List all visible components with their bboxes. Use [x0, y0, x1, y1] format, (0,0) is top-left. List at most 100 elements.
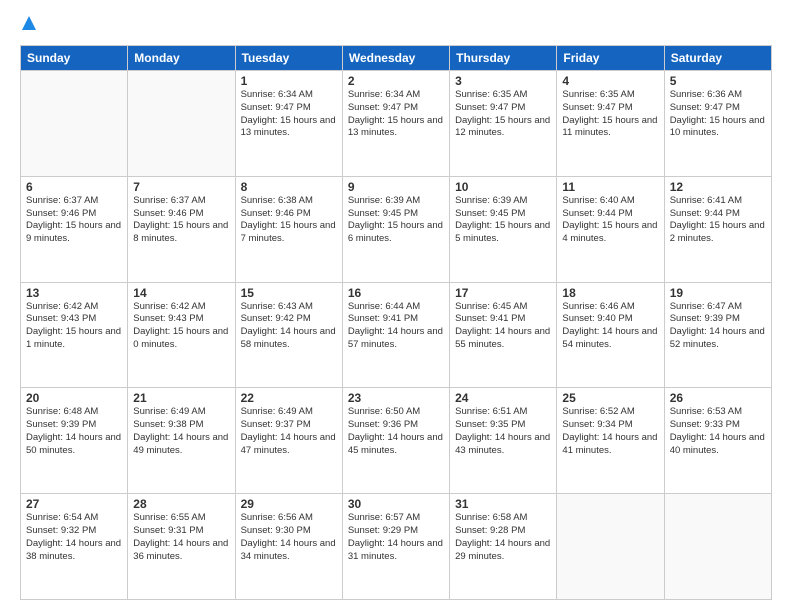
logo-icon [22, 16, 36, 30]
calendar-day-cell [557, 494, 664, 600]
day-info: Sunrise: 6:36 AM Sunset: 9:47 PM Dayligh… [670, 89, 766, 140]
day-number: 21 [133, 391, 229, 405]
calendar-day-cell: 25Sunrise: 6:52 AM Sunset: 9:34 PM Dayli… [557, 388, 664, 494]
day-number: 16 [348, 286, 444, 300]
day-number: 27 [26, 497, 122, 511]
day-number: 13 [26, 286, 122, 300]
day-info: Sunrise: 6:50 AM Sunset: 9:36 PM Dayligh… [348, 406, 444, 457]
day-number: 3 [455, 74, 551, 88]
calendar-day-cell: 20Sunrise: 6:48 AM Sunset: 9:39 PM Dayli… [21, 388, 128, 494]
calendar-day-cell: 9Sunrise: 6:39 AM Sunset: 9:45 PM Daylig… [342, 176, 449, 282]
day-info: Sunrise: 6:46 AM Sunset: 9:40 PM Dayligh… [562, 301, 658, 352]
calendar-day-cell: 27Sunrise: 6:54 AM Sunset: 9:32 PM Dayli… [21, 494, 128, 600]
day-number: 10 [455, 180, 551, 194]
day-info: Sunrise: 6:34 AM Sunset: 9:47 PM Dayligh… [241, 89, 337, 140]
calendar-day-cell: 11Sunrise: 6:40 AM Sunset: 9:44 PM Dayli… [557, 176, 664, 282]
day-number: 23 [348, 391, 444, 405]
day-info: Sunrise: 6:49 AM Sunset: 9:38 PM Dayligh… [133, 406, 229, 457]
calendar-day-cell: 23Sunrise: 6:50 AM Sunset: 9:36 PM Dayli… [342, 388, 449, 494]
day-number: 9 [348, 180, 444, 194]
calendar-day-cell: 21Sunrise: 6:49 AM Sunset: 9:38 PM Dayli… [128, 388, 235, 494]
day-number: 30 [348, 497, 444, 511]
day-info: Sunrise: 6:42 AM Sunset: 9:43 PM Dayligh… [26, 301, 122, 352]
weekday-header: Friday [557, 46, 664, 71]
day-number: 11 [562, 180, 658, 194]
calendar-day-cell: 7Sunrise: 6:37 AM Sunset: 9:46 PM Daylig… [128, 176, 235, 282]
weekday-header: Monday [128, 46, 235, 71]
calendar-day-cell [21, 71, 128, 177]
calendar-day-cell: 18Sunrise: 6:46 AM Sunset: 9:40 PM Dayli… [557, 282, 664, 388]
day-info: Sunrise: 6:37 AM Sunset: 9:46 PM Dayligh… [133, 195, 229, 246]
calendar-header-row: SundayMondayTuesdayWednesdayThursdayFrid… [21, 46, 772, 71]
day-number: 29 [241, 497, 337, 511]
calendar-day-cell: 26Sunrise: 6:53 AM Sunset: 9:33 PM Dayli… [664, 388, 771, 494]
day-number: 15 [241, 286, 337, 300]
calendar-day-cell: 13Sunrise: 6:42 AM Sunset: 9:43 PM Dayli… [21, 282, 128, 388]
header [20, 16, 772, 35]
calendar-day-cell: 3Sunrise: 6:35 AM Sunset: 9:47 PM Daylig… [450, 71, 557, 177]
day-number: 6 [26, 180, 122, 194]
day-info: Sunrise: 6:51 AM Sunset: 9:35 PM Dayligh… [455, 406, 551, 457]
day-number: 28 [133, 497, 229, 511]
day-info: Sunrise: 6:47 AM Sunset: 9:39 PM Dayligh… [670, 301, 766, 352]
day-number: 2 [348, 74, 444, 88]
day-number: 18 [562, 286, 658, 300]
day-info: Sunrise: 6:34 AM Sunset: 9:47 PM Dayligh… [348, 89, 444, 140]
day-number: 1 [241, 74, 337, 88]
day-info: Sunrise: 6:40 AM Sunset: 9:44 PM Dayligh… [562, 195, 658, 246]
day-number: 19 [670, 286, 766, 300]
day-info: Sunrise: 6:43 AM Sunset: 9:42 PM Dayligh… [241, 301, 337, 352]
day-number: 25 [562, 391, 658, 405]
day-info: Sunrise: 6:45 AM Sunset: 9:41 PM Dayligh… [455, 301, 551, 352]
day-info: Sunrise: 6:49 AM Sunset: 9:37 PM Dayligh… [241, 406, 337, 457]
calendar-day-cell: 8Sunrise: 6:38 AM Sunset: 9:46 PM Daylig… [235, 176, 342, 282]
logo [20, 16, 36, 35]
day-info: Sunrise: 6:58 AM Sunset: 9:28 PM Dayligh… [455, 512, 551, 563]
calendar-day-cell: 17Sunrise: 6:45 AM Sunset: 9:41 PM Dayli… [450, 282, 557, 388]
calendar-week-row: 1Sunrise: 6:34 AM Sunset: 9:47 PM Daylig… [21, 71, 772, 177]
day-number: 22 [241, 391, 337, 405]
calendar-day-cell: 30Sunrise: 6:57 AM Sunset: 9:29 PM Dayli… [342, 494, 449, 600]
calendar-day-cell [664, 494, 771, 600]
weekday-header: Sunday [21, 46, 128, 71]
day-info: Sunrise: 6:56 AM Sunset: 9:30 PM Dayligh… [241, 512, 337, 563]
weekday-header: Wednesday [342, 46, 449, 71]
day-info: Sunrise: 6:35 AM Sunset: 9:47 PM Dayligh… [455, 89, 551, 140]
day-number: 26 [670, 391, 766, 405]
day-info: Sunrise: 6:44 AM Sunset: 9:41 PM Dayligh… [348, 301, 444, 352]
day-number: 24 [455, 391, 551, 405]
day-info: Sunrise: 6:39 AM Sunset: 9:45 PM Dayligh… [455, 195, 551, 246]
calendar-day-cell: 24Sunrise: 6:51 AM Sunset: 9:35 PM Dayli… [450, 388, 557, 494]
calendar-week-row: 27Sunrise: 6:54 AM Sunset: 9:32 PM Dayli… [21, 494, 772, 600]
day-info: Sunrise: 6:37 AM Sunset: 9:46 PM Dayligh… [26, 195, 122, 246]
day-info: Sunrise: 6:35 AM Sunset: 9:47 PM Dayligh… [562, 89, 658, 140]
weekday-header: Thursday [450, 46, 557, 71]
calendar-day-cell: 4Sunrise: 6:35 AM Sunset: 9:47 PM Daylig… [557, 71, 664, 177]
calendar-week-row: 13Sunrise: 6:42 AM Sunset: 9:43 PM Dayli… [21, 282, 772, 388]
day-info: Sunrise: 6:55 AM Sunset: 9:31 PM Dayligh… [133, 512, 229, 563]
day-number: 31 [455, 497, 551, 511]
calendar-day-cell [128, 71, 235, 177]
page: SundayMondayTuesdayWednesdayThursdayFrid… [0, 0, 792, 612]
day-number: 4 [562, 74, 658, 88]
calendar-day-cell: 6Sunrise: 6:37 AM Sunset: 9:46 PM Daylig… [21, 176, 128, 282]
calendar-day-cell: 29Sunrise: 6:56 AM Sunset: 9:30 PM Dayli… [235, 494, 342, 600]
day-number: 7 [133, 180, 229, 194]
calendar-day-cell: 31Sunrise: 6:58 AM Sunset: 9:28 PM Dayli… [450, 494, 557, 600]
calendar-day-cell: 22Sunrise: 6:49 AM Sunset: 9:37 PM Dayli… [235, 388, 342, 494]
calendar-week-row: 20Sunrise: 6:48 AM Sunset: 9:39 PM Dayli… [21, 388, 772, 494]
calendar-day-cell: 15Sunrise: 6:43 AM Sunset: 9:42 PM Dayli… [235, 282, 342, 388]
day-info: Sunrise: 6:38 AM Sunset: 9:46 PM Dayligh… [241, 195, 337, 246]
calendar-day-cell: 19Sunrise: 6:47 AM Sunset: 9:39 PM Dayli… [664, 282, 771, 388]
weekday-header: Saturday [664, 46, 771, 71]
calendar-day-cell: 2Sunrise: 6:34 AM Sunset: 9:47 PM Daylig… [342, 71, 449, 177]
day-number: 20 [26, 391, 122, 405]
calendar-day-cell: 12Sunrise: 6:41 AM Sunset: 9:44 PM Dayli… [664, 176, 771, 282]
day-info: Sunrise: 6:53 AM Sunset: 9:33 PM Dayligh… [670, 406, 766, 457]
weekday-header: Tuesday [235, 46, 342, 71]
calendar-day-cell: 5Sunrise: 6:36 AM Sunset: 9:47 PM Daylig… [664, 71, 771, 177]
day-info: Sunrise: 6:48 AM Sunset: 9:39 PM Dayligh… [26, 406, 122, 457]
calendar-table: SundayMondayTuesdayWednesdayThursdayFrid… [20, 45, 772, 600]
calendar-day-cell: 1Sunrise: 6:34 AM Sunset: 9:47 PM Daylig… [235, 71, 342, 177]
day-info: Sunrise: 6:57 AM Sunset: 9:29 PM Dayligh… [348, 512, 444, 563]
